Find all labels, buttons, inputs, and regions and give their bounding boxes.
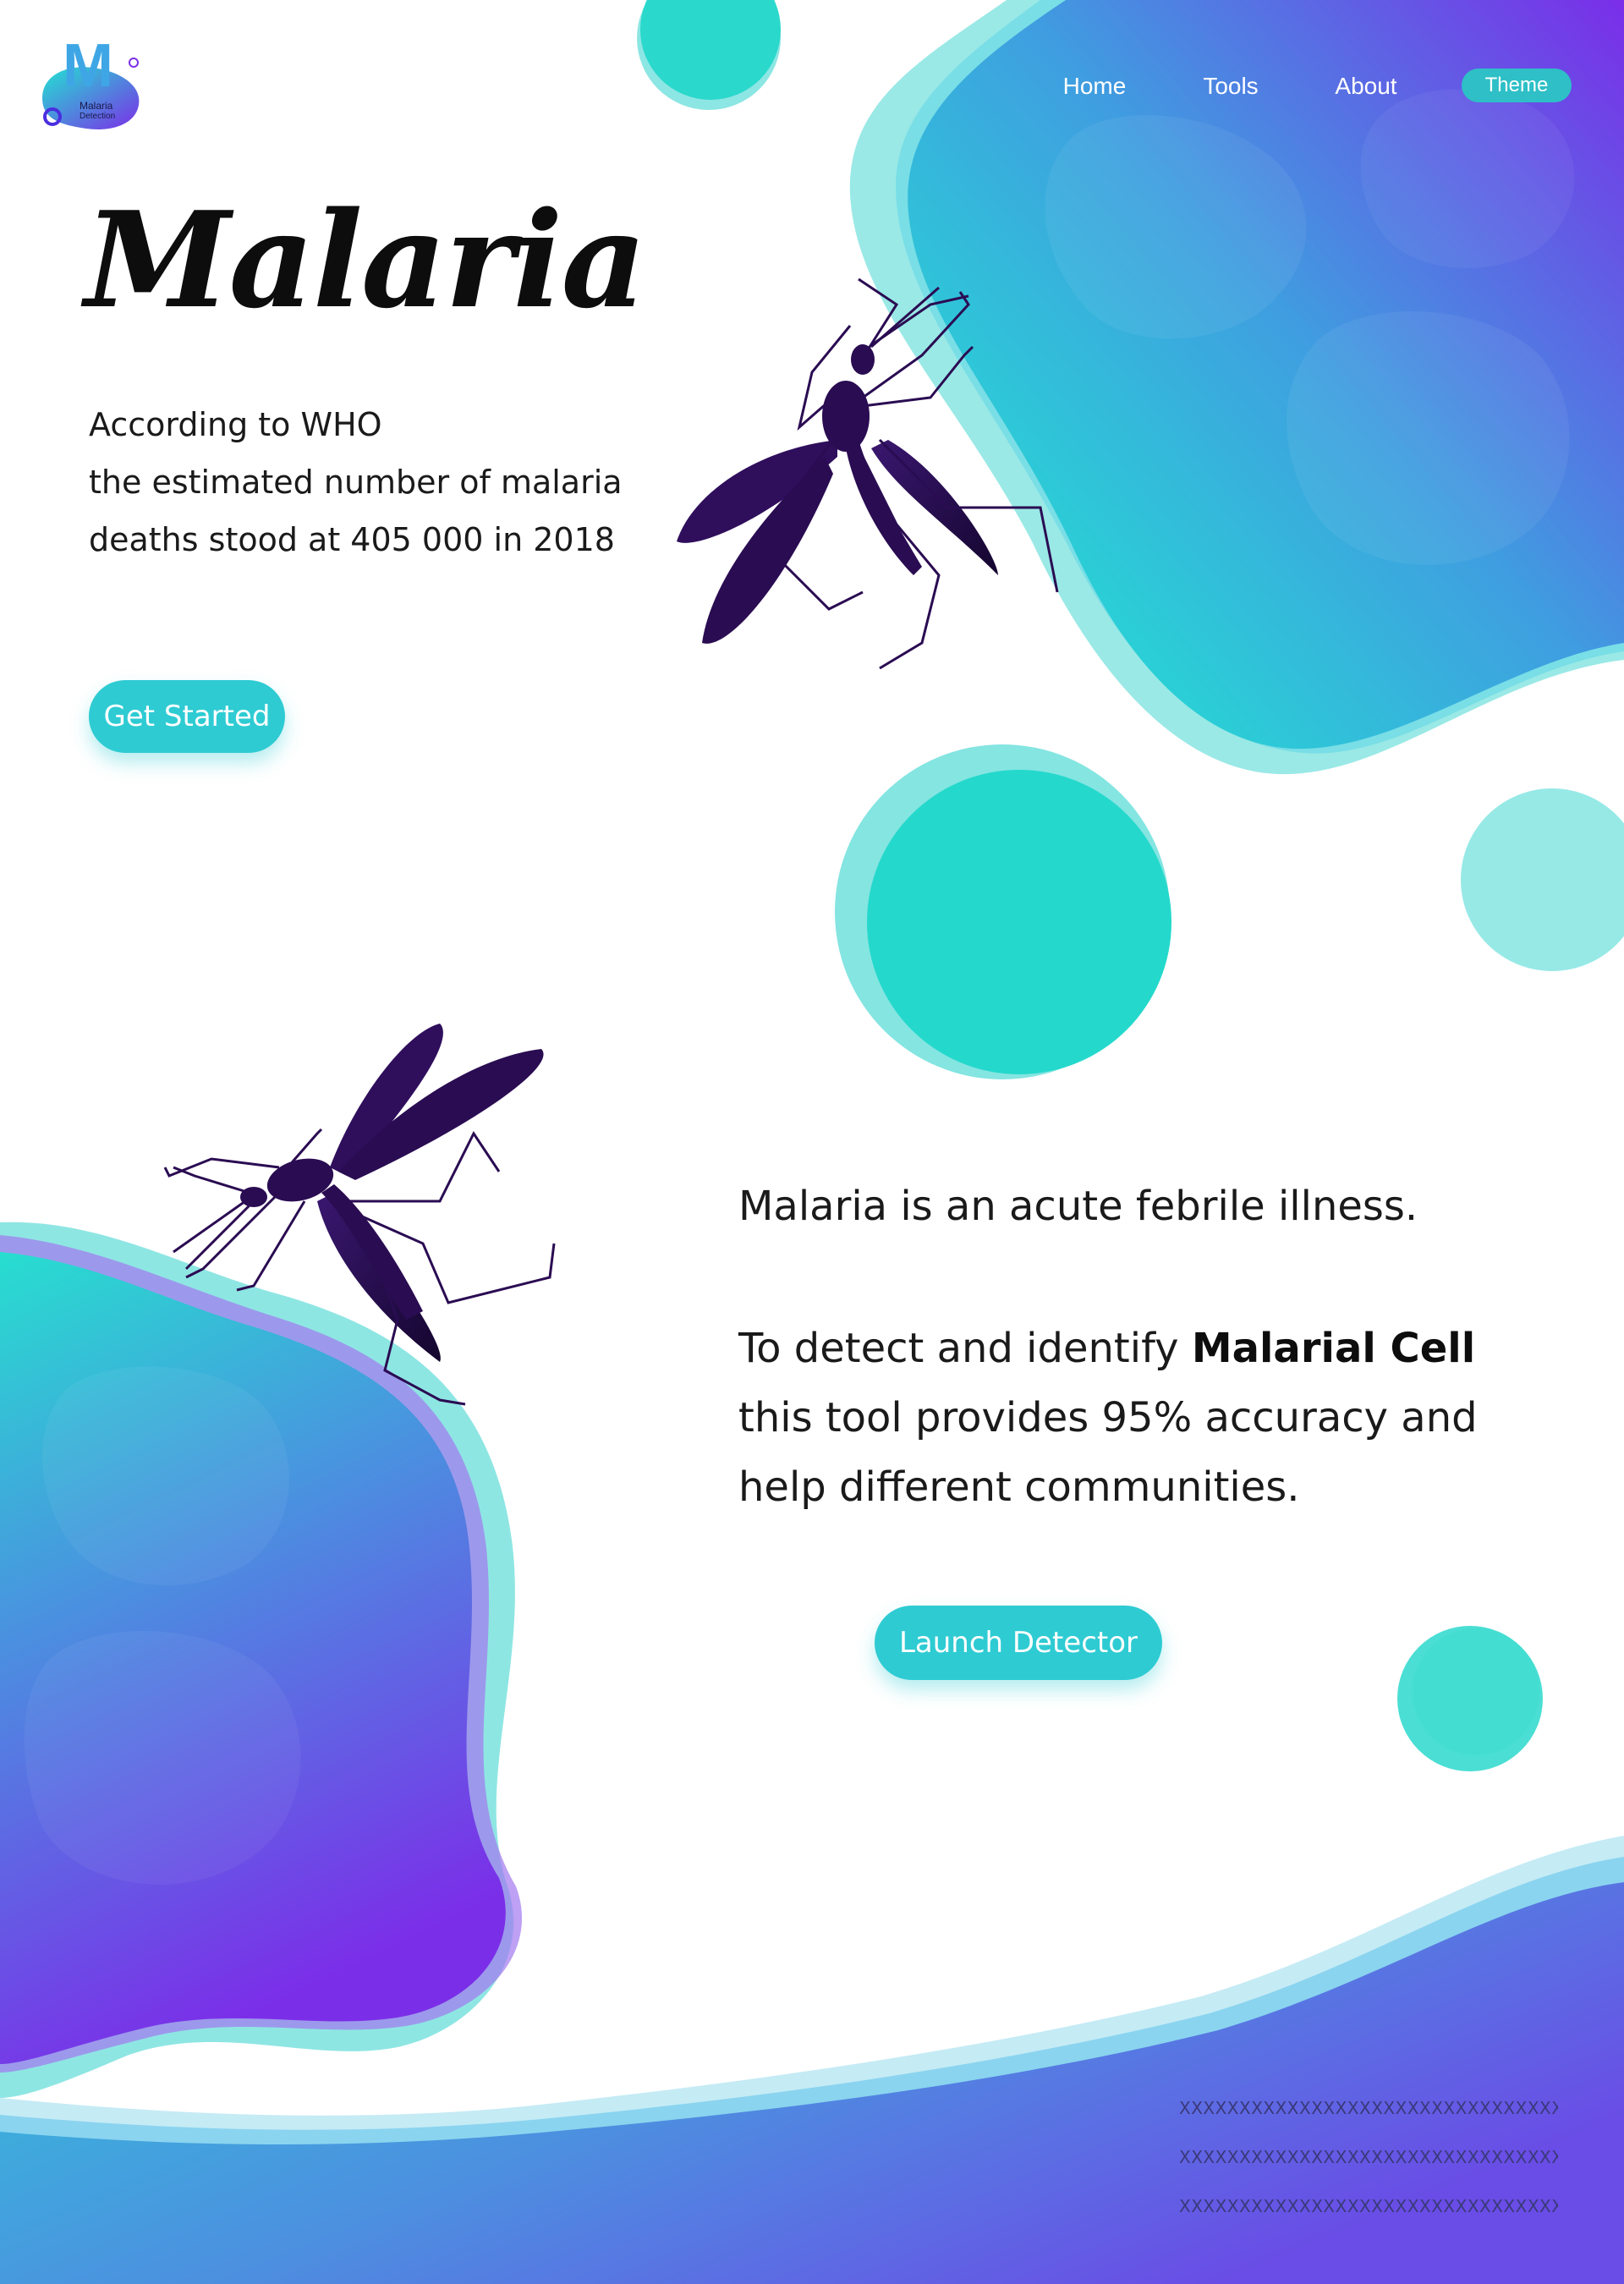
theme-button[interactable]: Theme	[1462, 69, 1572, 102]
footer-text-line: XXXXXXXXXXXXXXXXXXXXXXXXXXXXXXXXXXXXX	[1179, 2147, 1558, 2167]
info-text-emphasis: Malarial Cell	[1191, 1325, 1476, 1372]
nav-tools[interactable]: Tools	[1180, 68, 1281, 105]
hero-text-line: the estimated number of malaria	[89, 464, 623, 501]
hero-text-line: deaths stood at 405 000 in 2018	[89, 521, 615, 558]
info-text-line: this tool provides 95% accuracy and	[738, 1394, 1478, 1441]
hero-text-line: According to WHO	[89, 406, 382, 443]
get-started-button[interactable]: Get Started	[89, 680, 285, 753]
footer-text-line: XXXXXXXXXXXXXXXXXXXXXXXXXXXXXXXXXXXXX	[1179, 2196, 1558, 2216]
logo-letter: M	[63, 32, 113, 100]
circle-right	[1461, 788, 1624, 971]
footer-text-line: XXXXXXXXXXXXXXXXXXXXXXXXXXXXXXXXXXXXX	[1179, 2098, 1558, 2118]
nav-about[interactable]: About	[1315, 68, 1417, 105]
logo-caption-sub: Detection	[80, 112, 116, 121]
logo-caption: Malaria	[80, 100, 113, 112]
info-text-prefix: To detect and identify	[738, 1325, 1192, 1372]
nav-home[interactable]: Home	[1044, 68, 1145, 105]
info-text-line: To detect and identify Malarial Cell	[738, 1325, 1475, 1372]
page-title: Malaria	[85, 183, 647, 338]
background-decoration	[0, 0, 1624, 2284]
info-text-line: Malaria is an acute febrile illness.	[738, 1183, 1418, 1230]
launch-detector-button[interactable]: Launch Detector	[875, 1606, 1162, 1680]
info-text-line: help different communities.	[738, 1463, 1300, 1511]
logo-icon[interactable]: M Malaria Detection	[34, 36, 144, 142]
